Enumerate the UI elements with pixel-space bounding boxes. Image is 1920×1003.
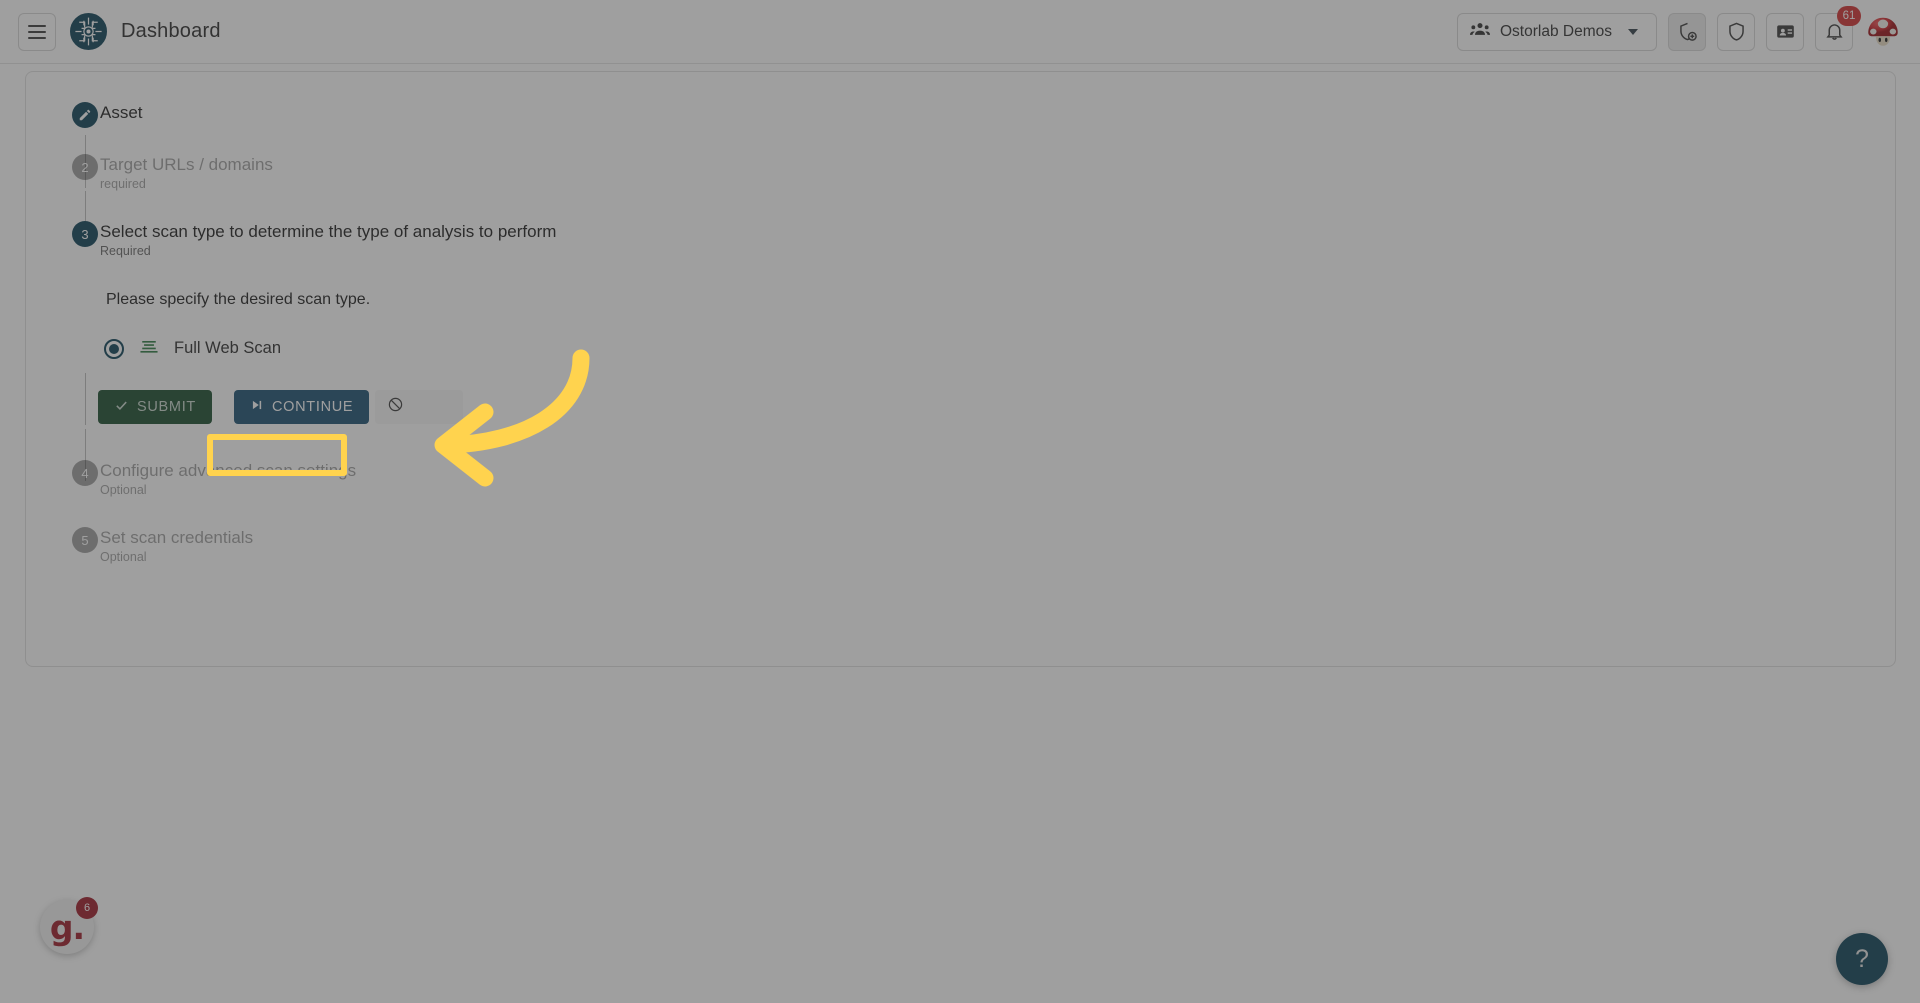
step-number-badge: 4 [72, 460, 98, 486]
step-label: Select scan type to determine the type o… [100, 222, 557, 241]
step-number-badge: 2 [72, 154, 98, 180]
sidebar-item-scan-credentials[interactable]: 5 Set scan credentials Optional [54, 527, 1867, 564]
scan-type-panel: Please specify the desired scan type. Fu… [54, 291, 1867, 424]
guidde-count-badge: 6 [76, 897, 98, 919]
notification-count-badge: 61 [1837, 5, 1861, 26]
page-title: Dashboard [121, 20, 221, 42]
step-sublabel: required [100, 177, 146, 191]
sidebar-item-scan-type[interactable]: 3 Select scan type to determine the type… [54, 221, 1867, 258]
step-sublabel: Required [100, 244, 151, 258]
step-sublabel: Optional [100, 550, 147, 564]
sidebar-item-target-urls[interactable]: 2 Target URLs / domains required [54, 154, 1867, 191]
user-avatar[interactable] [1864, 13, 1902, 51]
step-connector [85, 373, 86, 425]
step-number-badge: 3 [72, 221, 98, 247]
submit-button[interactable]: SUBMIT [98, 390, 212, 424]
block-circle-slash-icon [387, 396, 404, 418]
continue-button[interactable]: CONTINUE [233, 390, 370, 424]
web-scan-list-icon [138, 337, 160, 360]
radio-button-selected[interactable] [104, 338, 124, 359]
continue-button-label: CONTINUE [271, 399, 354, 415]
skip-next-icon [250, 398, 264, 416]
step-label: Asset [100, 103, 143, 122]
wizard-action-buttons: SUBMIT CONTINUE [98, 390, 1867, 424]
step-label: Set scan credentials [100, 528, 254, 547]
notifications-icon[interactable]: 61 [1815, 5, 1861, 51]
ostorlab-circuit-logo [70, 13, 107, 50]
security-shield-icon[interactable] [1717, 12, 1755, 51]
add-scan-shield-icon[interactable] [1668, 12, 1706, 51]
scan-type-label: Full Web Scan [174, 339, 281, 357]
scan-type-hint: Please specify the desired scan type. [106, 291, 371, 308]
step-label: Target URLs / domains [100, 155, 273, 174]
app-page: Dashboard Ostorlab Demos 61 Asset 2 Targ… [0, 0, 1920, 1003]
top-bar-actions: Ostorlab Demos 61 [1457, 5, 1902, 51]
chevron-down-icon [1627, 28, 1638, 35]
scan-wizard-card: Asset 2 Target URLs / domains required 3… [25, 71, 1896, 667]
step-label: Configure advanced scan settings [100, 461, 357, 480]
group-people-icon [1470, 21, 1490, 42]
scan-wizard-stepper: Asset 2 Target URLs / domains required 3… [54, 102, 1867, 564]
organization-name: Ostorlab Demos [1500, 22, 1612, 40]
question-mark-icon: ? [1855, 944, 1869, 973]
submit-button-label: SUBMIT [137, 399, 196, 415]
check-icon [114, 398, 129, 417]
sidebar-item-asset[interactable]: Asset [54, 102, 1867, 128]
top-app-bar: Dashboard Ostorlab Demos 61 [0, 0, 1920, 64]
cancel-button[interactable] [375, 390, 463, 424]
sidebar-item-advanced-settings[interactable]: 4 Configure advanced scan settings Optio… [54, 460, 1867, 497]
organization-selector[interactable]: Ostorlab Demos [1457, 12, 1657, 51]
step-sublabel: Optional [100, 483, 147, 497]
help-button[interactable]: ? [1836, 933, 1888, 985]
scan-type-option-full-web-scan[interactable]: Full Web Scan [104, 337, 1867, 360]
pencil-edit-icon [72, 102, 98, 128]
hamburger-menu-icon[interactable] [18, 12, 56, 51]
guidde-widget-button[interactable]: g. 6 [40, 897, 98, 954]
ticket-icon[interactable] [1766, 12, 1804, 51]
step-number-badge: 5 [72, 527, 98, 553]
